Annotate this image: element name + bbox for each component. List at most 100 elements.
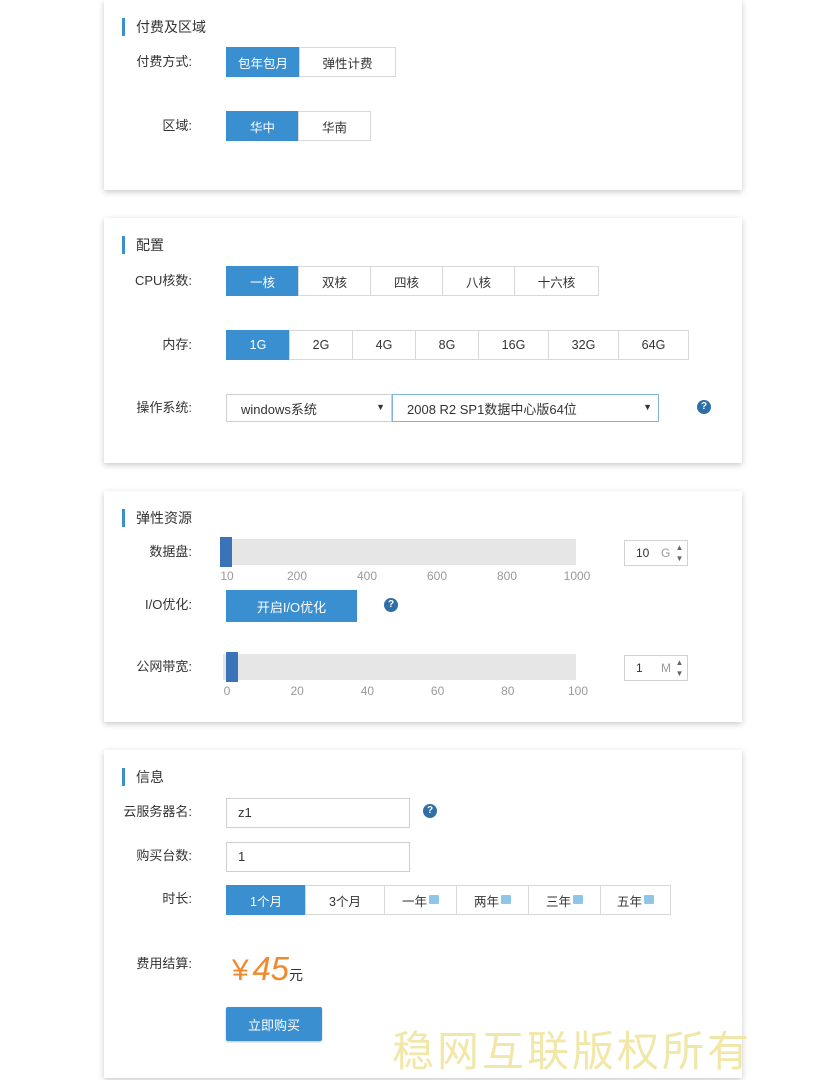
help-icon[interactable]: ? xyxy=(423,804,437,818)
region-option-south[interactable]: 华南 xyxy=(298,111,371,141)
memory-option-16g[interactable]: 16G xyxy=(478,330,549,360)
duration-option-5y[interactable]: 五年 xyxy=(600,885,671,915)
bandwidth-tick: 0 xyxy=(223,684,231,698)
region-label: 区域: xyxy=(162,118,192,133)
memory-label: 内存: xyxy=(162,337,192,352)
price-value: 45 xyxy=(252,950,290,987)
payment-label: 付费方式: xyxy=(136,54,192,69)
billing-title: 付费及区域 xyxy=(122,18,206,36)
disk-slider-ticks: 10 200 400 600 800 1000 xyxy=(220,569,590,585)
bandwidth-slider-ticks: 0 20 40 60 80 100 xyxy=(223,684,588,700)
currency-symbol: ¥ xyxy=(232,954,249,987)
payment-options: 包年包月 弹性计费 xyxy=(226,47,396,77)
os-version-value: 2008 R2 SP1数据中心版64位 xyxy=(407,401,577,417)
io-label: I/O优化: xyxy=(145,597,192,612)
config-card: 配置 CPU核数: 一核 双核 四核 八核 十六核 内存: 1G 2G 4G 8… xyxy=(104,218,742,463)
bandwidth-slider-track[interactable] xyxy=(223,652,576,682)
payment-option-elastic[interactable]: 弹性计费 xyxy=(299,47,396,77)
region-options: 华中 华南 xyxy=(226,111,371,141)
disk-tick: 200 xyxy=(286,569,308,583)
disk-tick: 600 xyxy=(426,569,448,583)
cpu-option-16[interactable]: 十六核 xyxy=(514,266,599,296)
memory-option-8g[interactable]: 8G xyxy=(415,330,479,360)
decrement-icon[interactable]: ▼ xyxy=(673,668,686,679)
duration-option-label: 一年 xyxy=(401,894,427,909)
help-icon[interactable]: ? xyxy=(697,400,711,414)
disk-slider-handle[interactable] xyxy=(220,537,232,567)
bandwidth-tick: 80 xyxy=(501,684,515,698)
bandwidth-tick: 40 xyxy=(360,684,375,698)
duration-option-3m[interactable]: 3个月 xyxy=(305,885,385,915)
cpu-option-4[interactable]: 四核 xyxy=(370,266,443,296)
chevron-down-icon: ▼ xyxy=(376,402,385,412)
server-name-label: 云服务器名: xyxy=(123,804,192,819)
chevron-down-icon: ▼ xyxy=(643,402,652,412)
bandwidth-label: 公网带宽: xyxy=(136,659,192,674)
duration-option-label: 三年 xyxy=(545,894,571,909)
duration-option-1y[interactable]: 一年 xyxy=(384,885,457,915)
bandwidth-stepper[interactable]: 1 M ▲ ▼ xyxy=(624,655,688,681)
disk-slider-track[interactable] xyxy=(220,537,576,567)
elastic-title: 弹性资源 xyxy=(122,509,192,527)
disk-tick: 800 xyxy=(496,569,518,583)
duration-option-1m[interactable]: 1个月 xyxy=(226,885,306,915)
copyright-watermark: 稳网互联版权所有 xyxy=(392,1027,753,1076)
duration-option-3y[interactable]: 三年 xyxy=(528,885,601,915)
disk-label: 数据盘: xyxy=(149,544,192,559)
gift-icon xyxy=(573,894,583,904)
gift-icon xyxy=(644,894,654,904)
memory-option-64g[interactable]: 64G xyxy=(618,330,689,360)
memory-option-2g[interactable]: 2G xyxy=(289,330,353,360)
duration-option-label: 两年 xyxy=(473,894,499,909)
os-family-value: windows系统 xyxy=(241,401,317,417)
increment-icon[interactable]: ▲ xyxy=(673,542,686,553)
disk-size-value: 10 xyxy=(636,546,650,560)
help-icon[interactable]: ? xyxy=(384,598,398,612)
cpu-options: 一核 双核 四核 八核 十六核 xyxy=(226,266,599,296)
disk-size-unit: G xyxy=(661,546,671,560)
disk-tick: 400 xyxy=(356,569,378,583)
purchase-count-input[interactable]: 1 xyxy=(226,842,410,872)
payment-option-monthly[interactable]: 包年包月 xyxy=(226,47,300,77)
increment-icon[interactable]: ▲ xyxy=(673,657,686,668)
cpu-label: CPU核数: xyxy=(134,273,192,288)
bandwidth-slider-handle[interactable] xyxy=(226,652,238,682)
bandwidth-tick: 60 xyxy=(430,684,445,698)
gift-icon xyxy=(501,894,511,904)
info-title: 信息 xyxy=(122,768,164,786)
disk-size-stepper[interactable]: 10 G ▲ ▼ xyxy=(624,540,688,566)
purchase-count-label: 购买台数: xyxy=(136,848,192,863)
os-label: 操作系统: xyxy=(136,400,192,415)
disk-tick: 10 xyxy=(220,569,234,583)
duration-options: 1个月 3个月 一年 两年 三年 五年 xyxy=(226,885,671,915)
billing-card: 付费及区域 付费方式: 包年包月 弹性计费 区域: 华中 华南 xyxy=(104,0,742,190)
disk-tick: 1000 xyxy=(563,569,591,583)
buy-now-button[interactable]: 立即购买 xyxy=(226,1007,322,1041)
memory-option-32g[interactable]: 32G xyxy=(548,330,619,360)
cpu-option-2[interactable]: 双核 xyxy=(298,266,371,296)
os-version-select[interactable]: 2008 R2 SP1数据中心版64位 ▼ xyxy=(392,394,659,422)
cpu-option-1[interactable]: 一核 xyxy=(226,266,299,296)
region-option-central[interactable]: 华中 xyxy=(226,111,299,141)
gift-icon xyxy=(429,894,439,904)
elastic-card: 弹性资源 数据盘: 10 200 400 600 800 1000 10 G ▲… xyxy=(104,491,742,722)
duration-option-label: 五年 xyxy=(616,894,642,909)
memory-option-4g[interactable]: 4G xyxy=(352,330,416,360)
bandwidth-unit: M xyxy=(661,661,671,675)
memory-options: 1G 2G 4G 8G 16G 32G 64G xyxy=(226,330,689,360)
config-title: 配置 xyxy=(122,236,164,254)
bandwidth-tick: 20 xyxy=(290,684,304,698)
duration-label: 时长: xyxy=(162,891,192,906)
memory-option-1g[interactable]: 1G xyxy=(226,330,290,360)
price-display: ¥ 45元 xyxy=(232,950,303,988)
price-unit: 元 xyxy=(289,967,304,983)
io-optimize-button[interactable]: 开启I/O优化 xyxy=(226,590,357,622)
cost-label: 费用结算: xyxy=(136,956,192,971)
server-name-input[interactable]: z1 xyxy=(226,798,410,828)
bandwidth-tick: 100 xyxy=(567,684,589,698)
duration-option-2y[interactable]: 两年 xyxy=(456,885,529,915)
os-family-select[interactable]: windows系统 ▼ xyxy=(226,394,392,422)
decrement-icon[interactable]: ▼ xyxy=(673,553,686,564)
cpu-option-8[interactable]: 八核 xyxy=(442,266,515,296)
bandwidth-value: 1 xyxy=(636,661,643,675)
